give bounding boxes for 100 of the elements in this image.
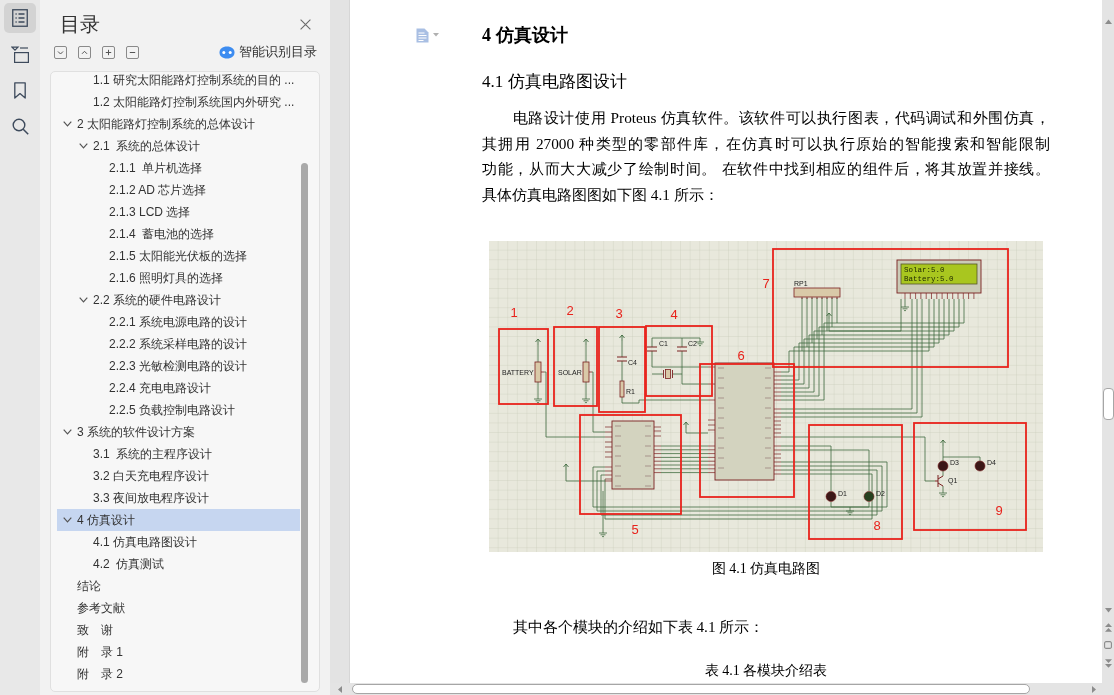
- panel-title: 目录: [60, 12, 100, 37]
- toc-item[interactable]: 3.1 系统的主程序设计: [57, 443, 300, 465]
- toc-item[interactable]: 4 仿真设计: [57, 509, 300, 531]
- toc-item[interactable]: 2.1.5 太阳能光伏板的选择: [57, 245, 300, 267]
- toc-item[interactable]: 2.2.3 光敏检测电路的设计: [57, 355, 300, 377]
- toc-item[interactable]: 1.2 太阳能路灯控制系统国内外研究 ...: [57, 91, 300, 113]
- chevron-down-icon[interactable]: [62, 517, 72, 523]
- power-symbol: [940, 439, 946, 447]
- toc-item[interactable]: 2.2.1 系统电源电路的设计: [57, 311, 300, 333]
- chevron-up-button[interactable]: [78, 45, 91, 59]
- body-paragraph: 其中各个模块的介绍如下表 4.1 所示：: [511, 617, 765, 637]
- toc-item[interactable]: 3.2 白天充电程序设计: [57, 465, 300, 487]
- toc-item[interactable]: 2.2.4 充电电路设计: [57, 377, 300, 399]
- chevron-down-icon[interactable]: [78, 143, 88, 149]
- power-symbol: [583, 338, 589, 346]
- wire: [537, 344, 539, 400]
- scrollbar-thumb[interactable]: [301, 163, 308, 683]
- scroll-up-icon[interactable]: [1104, 19, 1112, 24]
- toc-item[interactable]: 3.3 夜间放电程序设计: [57, 487, 300, 509]
- search-icon: [11, 117, 29, 135]
- wire: [942, 470, 944, 477]
- module-number: 3: [615, 305, 623, 321]
- toc-item[interactable]: 2.1.3 LCD 选择: [57, 201, 300, 223]
- ground-symbol: [598, 532, 608, 537]
- smart-toc-button[interactable]: 智能识别目录: [219, 44, 317, 60]
- power-symbol: [826, 312, 832, 320]
- contents-tab[interactable]: [4, 3, 36, 33]
- next-page-icon[interactable]: [1104, 659, 1112, 668]
- wire: [621, 340, 623, 358]
- scroll-right-icon[interactable]: [1092, 685, 1096, 693]
- scrollbar-thumb[interactable]: [352, 684, 1030, 694]
- module-number: 6: [737, 347, 745, 363]
- wire: [660, 445, 709, 447]
- capacitor: [616, 356, 628, 362]
- toc-item[interactable]: 2.1.6 照明灯具的选择: [57, 267, 300, 289]
- ground-symbol: [581, 398, 591, 403]
- chevron-down-button[interactable]: [54, 45, 67, 59]
- browse-object-icon[interactable]: [1104, 641, 1112, 649]
- bookmark-icon: [14, 81, 26, 99]
- toc-item[interactable]: 附 录 1: [57, 641, 300, 663]
- ground-symbol: [938, 492, 948, 497]
- scroll-left-icon[interactable]: [338, 685, 342, 693]
- chevron-down-icon[interactable]: [62, 429, 72, 435]
- chevron-down-icon[interactable]: [62, 121, 72, 127]
- toc-item[interactable]: 附 录 2: [57, 663, 300, 685]
- bot-face-icon: [219, 45, 235, 59]
- toc-item[interactable]: 2 太阳能路灯控制系统的总体设计: [57, 113, 300, 135]
- adc-chip: [604, 420, 662, 490]
- scrollbar-thumb[interactable]: [1102, 388, 1114, 420]
- power-symbol: [619, 334, 625, 342]
- toc-item[interactable]: 2.1.4 蓄电池的选择: [57, 223, 300, 245]
- toc-item[interactable]: 2.1.1 单片机选择: [57, 157, 300, 179]
- module-number: 4: [670, 306, 678, 322]
- vertical-scrollbar[interactable]: [1102, 0, 1114, 683]
- plus-icon: [105, 48, 112, 56]
- chevron-down-icon[interactable]: [78, 297, 88, 303]
- toc-item[interactable]: 2.2 系统的硬件电路设计: [57, 289, 300, 311]
- horizontal-scrollbar[interactable]: [330, 683, 1114, 695]
- toc-item[interactable]: 1.1 研究太阳能路灯控制系统的目的 ...: [57, 72, 300, 91]
- toc-item[interactable]: 2.1.2 AD 芯片选择: [57, 179, 300, 201]
- led-light: [937, 460, 949, 472]
- close-icon[interactable]: [300, 18, 311, 30]
- wire: [660, 449, 709, 451]
- module-number: 5: [631, 521, 639, 537]
- led-light: [974, 460, 986, 472]
- toc-item[interactable]: 2.2.2 系统采样电路的设计: [57, 333, 300, 355]
- document-icon[interactable]: [416, 27, 429, 43]
- previous-page-icon[interactable]: [1104, 623, 1112, 632]
- module-number: 2: [566, 302, 574, 318]
- minus-button[interactable]: [126, 45, 139, 59]
- ground-symbol: [845, 510, 855, 515]
- transistor: [934, 474, 944, 488]
- toc-item[interactable]: 2.2.5 负载控制电路设计: [57, 399, 300, 421]
- capacitor: [646, 346, 658, 352]
- ground-symbol: [900, 306, 910, 311]
- led-light: [825, 491, 837, 502]
- toc-item[interactable]: 2.1 系统的总体设计: [57, 135, 300, 157]
- power-symbol: [683, 421, 689, 429]
- toc-item[interactable]: 致 谢: [57, 619, 300, 641]
- potentiometer: [582, 361, 593, 383]
- plus-button[interactable]: [102, 45, 115, 59]
- toc-item[interactable]: 参考文献: [57, 597, 300, 619]
- section-heading: 4 仿真设计: [482, 24, 568, 46]
- power-symbol: [563, 463, 569, 471]
- toc-item[interactable]: 4.1 仿真电路图设计: [57, 531, 300, 553]
- resistor-pack: [793, 287, 841, 300]
- wire: [621, 360, 623, 382]
- toc-item[interactable]: 结论: [57, 575, 300, 597]
- ground-symbol: [695, 341, 705, 346]
- resistor: [619, 380, 625, 398]
- caret-icon[interactable]: [433, 33, 439, 37]
- wire: [651, 373, 664, 375]
- module-number: 8: [873, 517, 881, 533]
- scroll-down-icon[interactable]: [1104, 608, 1112, 613]
- list-document-icon: [12, 9, 28, 27]
- module-number: 7: [762, 275, 770, 291]
- toc-item[interactable]: 4.2 仿真测试: [57, 553, 300, 575]
- toc-item[interactable]: 3 系统的软件设计方案: [57, 421, 300, 443]
- potentiometer: [534, 361, 545, 383]
- chevron-down-icon: [57, 48, 64, 56]
